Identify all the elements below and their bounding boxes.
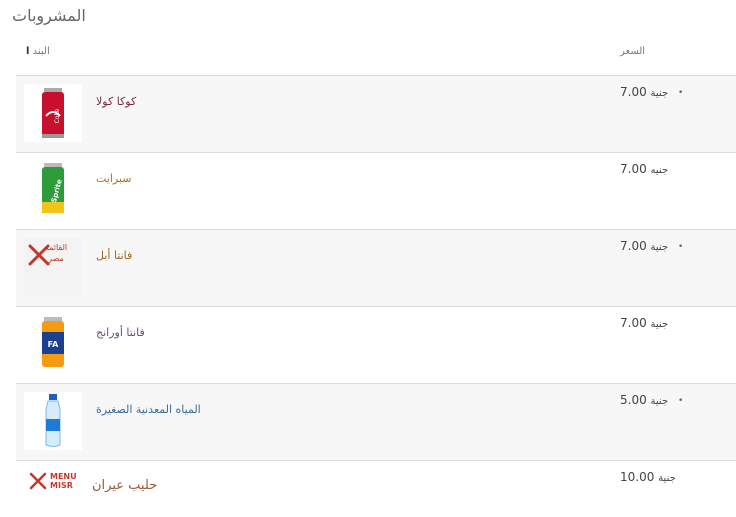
menu-row-ayran[interactable]: MENU MISR حليب عيران 10.00 جنية: [16, 461, 736, 517]
sprite-can-icon: Sprite: [24, 161, 82, 219]
item-price: 7.00 جنية: [620, 239, 669, 253]
item-name[interactable]: فانتا أورانج: [96, 326, 145, 339]
svg-text:FA: FA: [48, 340, 60, 349]
menu-row-small-water[interactable]: المياه المعدنية الصغيرة 5.00 جنية •: [16, 384, 736, 461]
item-name[interactable]: سبرايت: [96, 172, 132, 185]
menu-row-sprite[interactable]: Sprite سبرايت 7.00 جنيه: [16, 153, 736, 230]
fanta-orange-can-icon: FA: [24, 315, 82, 373]
item-price: 7.00 جنية: [620, 85, 669, 99]
bullet-icon: •: [678, 396, 684, 406]
item-price: 5.00 جنية: [620, 393, 669, 407]
sort-indicator[interactable]: ا: [26, 46, 29, 57]
bullet-icon: •: [678, 242, 684, 252]
column-header-item: البند ا: [18, 46, 50, 57]
water-bottle-icon: [24, 392, 82, 450]
item-name[interactable]: المياه المعدنية الصغيرة: [96, 403, 201, 416]
menu-misr-placeholder-icon: القائمة مصر: [24, 238, 82, 296]
item-price: 7.00 جنيه: [620, 162, 669, 176]
item-name[interactable]: فانتا أبل: [96, 249, 132, 262]
menu-misr-logo-icon: MENU MISR: [29, 472, 77, 490]
menu-row-fanta-apple[interactable]: القائمة مصر فانتا أبل 7.00 جنية •: [16, 230, 736, 307]
column-header-price: السعر: [620, 46, 646, 57]
svg-text:Coke: Coke: [54, 108, 61, 123]
placeholder-label: القائمة مصر: [44, 243, 68, 263]
item-name[interactable]: حليب عيران: [92, 478, 157, 493]
column-header-item-label: البند: [32, 46, 50, 57]
page-title: المشروبات: [12, 6, 86, 25]
item-price: 7.00 جنية: [620, 316, 669, 330]
item-name[interactable]: كوكا كولا: [96, 95, 136, 108]
bullet-icon: •: [678, 88, 684, 98]
menu-row-coca-cola[interactable]: Coke كوكا كولا 7.00 جنية •: [16, 76, 736, 153]
coca-cola-can-icon: Coke: [24, 84, 82, 142]
menu-row-fanta-orange[interactable]: FA فانتا أورانج 7.00 جنية: [16, 307, 736, 384]
item-price: 10.00 جنية: [620, 470, 676, 484]
